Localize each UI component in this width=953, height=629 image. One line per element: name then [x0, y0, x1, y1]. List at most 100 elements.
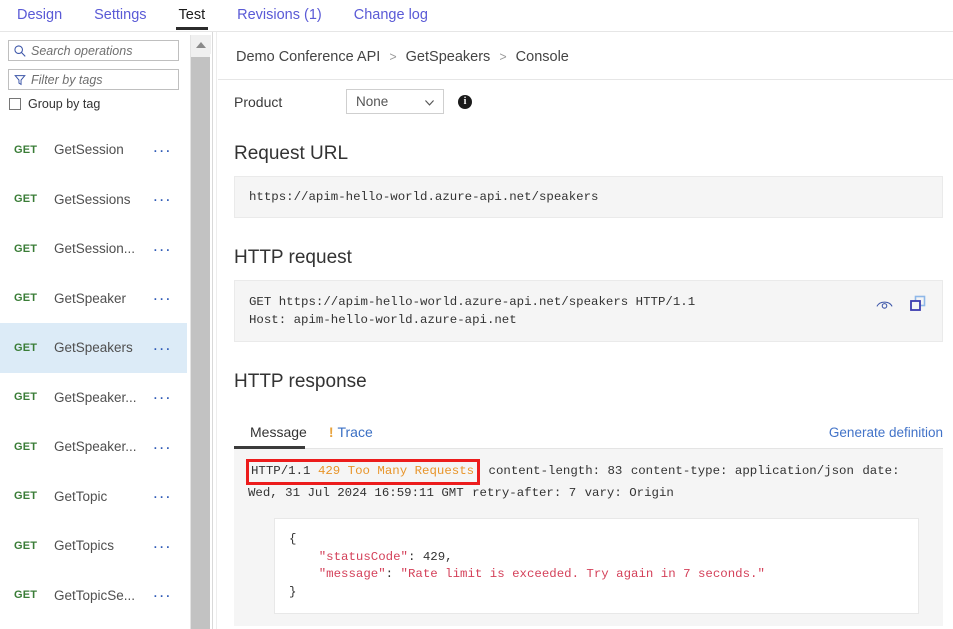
- operation-more-menu-icon[interactable]: ...: [153, 290, 187, 306]
- operation-row[interactable]: GETGetSpeaker...: [0, 274, 187, 324]
- scrollbar-thumb[interactable]: [191, 57, 210, 629]
- breadcrumb-item-console[interactable]: Console: [516, 49, 569, 65]
- operation-name: GetSpeaker: [54, 291, 153, 306]
- top-tab-bar: Design Settings Test Revisions (1) Change lo…: [0, 0, 953, 31]
- operation-method: GET: [14, 391, 54, 403]
- top-tab-test[interactable]: Test: [170, 0, 215, 25]
- tab-trace-label: Trace: [337, 424, 372, 440]
- operation-name: GetSpeakers: [54, 340, 153, 355]
- operation-more-menu-icon[interactable]: ...: [153, 142, 187, 158]
- generate-definition-link[interactable]: Generate definition: [829, 425, 943, 448]
- operation-row[interactable]: GETGetSessions...: [0, 175, 187, 225]
- top-tab-settings[interactable]: Settings: [85, 0, 155, 25]
- breadcrumb-item-operation[interactable]: GetSpeakers: [406, 49, 491, 65]
- operation-name: GetSessions: [54, 192, 153, 207]
- status-line-highlight: HTTP/1.1 429 Too Many Requests: [246, 459, 480, 485]
- json-value-message: "Rate limit is exceeded. Try again in 7 …: [401, 567, 765, 581]
- response-header: content-length: 83: [488, 464, 623, 478]
- operation-method: GET: [14, 292, 54, 304]
- product-row: Product None i: [218, 80, 953, 114]
- chevron-down-icon: [423, 96, 436, 109]
- operation-name: GetTopics: [54, 538, 153, 553]
- operation-row[interactable]: GETGetSpeaker......: [0, 422, 187, 472]
- response-tabs: Message !Trace Generate definition: [234, 419, 943, 449]
- operation-method: GET: [14, 490, 54, 502]
- operation-method: GET: [14, 243, 54, 255]
- sidebar-divider-secondary: [216, 32, 217, 629]
- operation-method: GET: [14, 193, 54, 205]
- response-body-json: { "statusCode": 429, "message": "Rate li…: [274, 518, 919, 614]
- sidebar-divider: [212, 32, 213, 629]
- main-panel: Demo Conference API > GetSpeakers > Cons…: [218, 32, 953, 629]
- json-open-brace: {: [289, 532, 296, 546]
- request-actions: [874, 294, 928, 314]
- operation-row[interactable]: GETGetTopic...: [0, 472, 187, 522]
- eye-icon[interactable]: [874, 294, 894, 314]
- tab-message[interactable]: Message: [234, 424, 323, 448]
- operation-row[interactable]: GETGetSession...: [0, 125, 187, 175]
- json-key-statuscode: "statusCode": [319, 550, 408, 564]
- json-key-message: "message": [319, 567, 386, 581]
- filter-icon: [9, 73, 31, 87]
- operation-row[interactable]: GETGetTopicSe......: [0, 571, 187, 621]
- operation-more-menu-icon[interactable]: ...: [153, 191, 187, 207]
- operation-more-menu-icon[interactable]: ...: [153, 587, 187, 603]
- http-request-line1: GET https://apim-hello-world.azure-api.n…: [249, 295, 695, 309]
- operation-more-menu-icon[interactable]: ...: [153, 538, 187, 554]
- tab-trace[interactable]: !Trace: [323, 424, 389, 448]
- scroll-up-button[interactable]: [191, 35, 211, 54]
- http-request-line2: Host: apim-hello-world.azure-api.net: [249, 313, 517, 327]
- api-management-test-console: Design Settings Test Revisions (1) Change lo…: [0, 0, 953, 629]
- warning-bang-icon: !: [329, 424, 334, 440]
- group-by-tag-checkbox[interactable]: [9, 98, 21, 110]
- response-header: vary: Origin: [584, 486, 674, 500]
- operation-name: GetSpeaker...: [54, 439, 153, 454]
- operation-row[interactable]: GETGetSession......: [0, 224, 187, 274]
- operation-more-menu-icon[interactable]: ...: [153, 241, 187, 257]
- top-tab-change-log[interactable]: Change log: [345, 0, 437, 25]
- search-icon: [9, 44, 31, 58]
- top-tab-revisions-1[interactable]: Revisions (1): [228, 0, 331, 25]
- sidebar-scrollbar[interactable]: [190, 35, 210, 629]
- group-by-tag-label: Group by tag: [28, 97, 100, 111]
- request-url-heading: Request URL: [234, 143, 953, 165]
- response-header: retry-after: 7: [471, 486, 576, 500]
- operation-more-menu-icon[interactable]: ...: [153, 389, 187, 405]
- group-by-tag-row[interactable]: Group by tag: [9, 97, 187, 111]
- top-tab-design[interactable]: Design: [8, 0, 71, 25]
- request-url-value: https://apim-hello-world.azure-api.net/s…: [249, 190, 598, 204]
- operation-name: GetSpeaker...: [54, 390, 153, 405]
- operations-sidebar: Search operations Filter by tags Group b…: [0, 32, 187, 629]
- operations-list: GETGetSession...GETGetSessions...GETGetS…: [0, 125, 187, 620]
- response-header: content-type: application/json: [630, 464, 854, 478]
- operation-name: GetSession: [54, 142, 153, 157]
- operation-row[interactable]: GETGetTopics...: [0, 521, 187, 571]
- breadcrumb-item-api[interactable]: Demo Conference API: [236, 49, 380, 65]
- breadcrumb-separator: >: [494, 50, 511, 64]
- copy-icon[interactable]: [908, 294, 928, 314]
- operation-more-menu-icon[interactable]: ...: [153, 488, 187, 504]
- operation-row[interactable]: GETGetSpeakers...: [0, 323, 187, 373]
- operation-name: GetTopicSe...: [54, 588, 153, 603]
- tab-message-label: Message: [250, 424, 307, 440]
- operation-more-menu-icon[interactable]: ...: [153, 439, 187, 455]
- operation-more-menu-icon[interactable]: ...: [153, 340, 187, 356]
- operation-row[interactable]: GETGetSpeaker......: [0, 373, 187, 423]
- search-operations-input[interactable]: Search operations: [8, 40, 179, 61]
- operation-name: GetTopic: [54, 489, 153, 504]
- product-selected-value: None: [356, 94, 388, 109]
- http-request-box: GET https://apim-hello-world.azure-api.n…: [234, 280, 943, 342]
- http-request-heading: HTTP request: [234, 247, 953, 269]
- operation-name: GetSession...: [54, 241, 153, 256]
- status-code-text: 429 Too Many Requests: [318, 464, 474, 478]
- product-label: Product: [234, 94, 346, 110]
- operation-method: GET: [14, 441, 54, 453]
- info-icon[interactable]: i: [458, 95, 472, 109]
- status-protocol: HTTP/1.1: [251, 464, 311, 478]
- operation-method: GET: [14, 342, 54, 354]
- filter-by-tags-placeholder: Filter by tags: [31, 73, 103, 87]
- http-response-heading: HTTP response: [234, 371, 953, 393]
- breadcrumb-separator: >: [384, 50, 401, 64]
- product-select[interactable]: None: [346, 89, 444, 114]
- filter-by-tags-input[interactable]: Filter by tags: [8, 69, 179, 90]
